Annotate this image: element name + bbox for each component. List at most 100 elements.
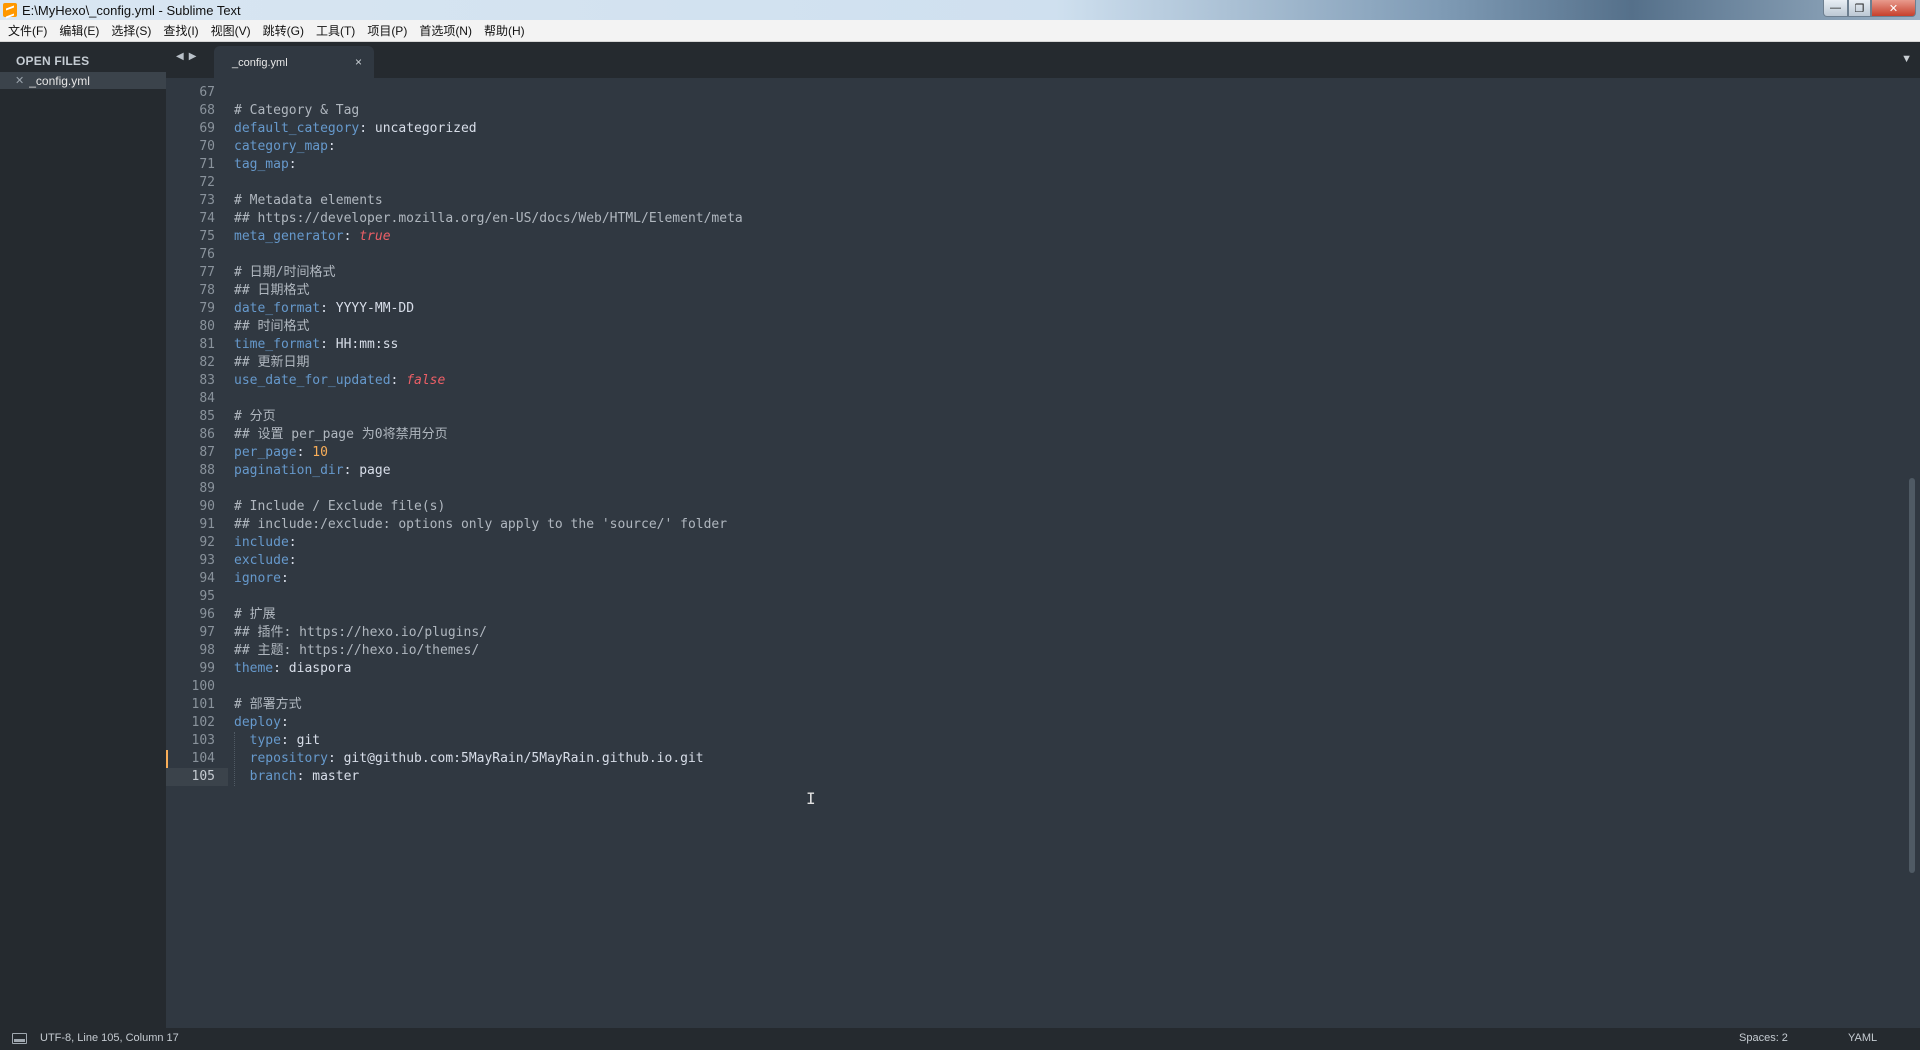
code-line[interactable]: per_page: 10 [234,444,328,462]
code-area[interactable]: # Category & Tag default_category: uncate… [234,78,1734,1028]
code-line[interactable]: meta_generator: true [234,228,391,246]
code-line[interactable]: default_category: uncategorized [234,120,477,138]
tab-list-dropdown-icon[interactable]: ▼ [1901,53,1912,65]
code-line[interactable]: theme: diaspora [234,660,351,678]
line-number: 73 [199,193,215,208]
text-cursor-icon: I [806,789,816,808]
code-token-comment: ## 主题: https://hexo.io/themes/ [234,643,480,658]
code-token-comment: # Metadata elements [234,193,383,208]
code-line[interactable]: # 扩展 [234,606,276,624]
code-editor[interactable]: 67 68 69 70 71 72 73 74 75 76 77 78 79 80 81 82 83 84 85 86… [166,78,1920,1028]
code-line[interactable]: tag_map: [234,156,297,174]
menu-tools[interactable]: 工具(T) [310,21,361,41]
line-number: 87 [199,445,215,460]
code-token-comment: ## 日期格式 [234,283,310,298]
menu-find[interactable]: 查找(I) [157,21,204,41]
menu-view[interactable]: 视图(V) [205,21,257,41]
code-line[interactable]: # Include / Exclude file(s) [234,498,445,516]
code-line[interactable]: branch: master [234,768,360,786]
code-token-punct: : [280,733,297,748]
code-token-num: 10 [312,445,328,460]
code-line[interactable]: # Metadata elements [234,192,383,210]
code-line[interactable]: ## https://developer.mozilla.org/en-US/d… [234,210,743,228]
close-button[interactable]: ✕ [1871,0,1916,17]
line-number: 71 [199,157,215,172]
code-token-key: pagination_dir [234,463,344,478]
tab-config-yml[interactable]: _config.yml × [214,46,374,78]
code-line[interactable]: ## 日期格式 [234,282,309,300]
code-line[interactable]: ## include:/exclude: options only apply … [234,516,727,534]
menu-file[interactable]: 文件(F) [2,21,53,41]
line-number: 99 [199,661,215,676]
code-token-punct: : [288,535,297,550]
line-number: 93 [199,553,215,568]
modified-line-marker [166,750,168,768]
menu-help[interactable]: 帮助(H) [478,21,531,41]
code-token-punct: : [343,229,360,244]
indentation-setting[interactable]: Spaces: 2 [1739,1032,1788,1044]
code-line[interactable]: ## 设置 per_page 为0将禁用分页 [234,426,448,444]
minimize-button[interactable]: — [1823,0,1848,17]
code-line[interactable]: # 日期/时间格式 [234,264,335,282]
menu-edit[interactable]: 编辑(E) [53,21,105,41]
maximize-button[interactable]: ❐ [1848,0,1871,17]
panel-toggle-icon[interactable] [12,1033,27,1044]
code-line[interactable]: # 部署方式 [234,696,302,714]
code-line[interactable]: ## 主题: https://hexo.io/themes/ [234,642,479,660]
line-number: 88 [199,463,215,478]
code-line[interactable]: ## 时间格式 [234,318,309,336]
open-files-header: OPEN FILES [16,54,90,68]
tab-close-icon[interactable]: × [355,55,362,69]
code-token-punct: : [280,715,289,730]
code-line[interactable]: ## 更新日期 [234,354,309,372]
code-line[interactable]: ignore: [234,570,289,588]
code-line[interactable]: time_format: HH:mm:ss [234,336,398,354]
code-token-key: use_date_for_updated [234,373,391,388]
code-line[interactable]: include: [234,534,297,552]
tab-strip: ◀ ▶ _config.yml × ▼ [166,42,1920,78]
line-number: 70 [199,139,215,154]
code-line[interactable]: deploy: [234,714,289,732]
code-line[interactable]: repository: git@github.com:5MayRain/5May… [234,750,704,768]
sidebar-file-label: _config.yml [29,73,90,88]
code-line[interactable]: # 分页 [234,408,276,426]
close-file-icon[interactable]: ✕ [15,74,24,87]
menu-preferences[interactable]: 首选项(N) [413,21,478,41]
code-line[interactable]: date_format: YYYY-MM-DD [234,300,414,318]
syntax-selector[interactable]: YAML [1848,1032,1877,1044]
nav-back-icon[interactable]: ◀ [176,51,184,62]
menu-goto[interactable]: 跳转(G) [257,21,310,41]
code-line[interactable]: use_date_for_updated: false [234,372,445,390]
window-controls: — ❐ ✕ [1823,0,1916,18]
code-token-punct: : [296,445,313,460]
nav-forward-icon[interactable]: ▶ [189,51,197,62]
line-number: 68 [199,103,215,118]
line-number: 96 [199,607,215,622]
code-line[interactable]: exclude: [234,552,297,570]
menu-project[interactable]: 项目(P) [361,21,413,41]
menu-bar: 文件(F) 编辑(E) 选择(S) 查找(I) 视图(V) 跳转(G) 工具(T… [0,20,1920,42]
code-line[interactable]: # Category & Tag [234,102,359,120]
line-number: 91 [199,517,215,532]
sublime-text-icon [3,3,17,17]
line-number: 98 [199,643,215,658]
code-token-value: master [312,769,360,784]
line-number: 81 [199,337,215,352]
status-bar: UTF-8, Line 105, Column 17 Spaces: 2 YAM… [0,1028,1920,1050]
line-number: 82 [199,355,215,370]
code-line[interactable]: type: git [234,732,320,750]
code-line[interactable]: category_map: [234,138,336,156]
sidebar-file-item[interactable]: ✕ _config.yml [0,72,166,89]
menu-selection[interactable]: 选择(S) [105,21,157,41]
code-token-comment: ## 时间格式 [234,319,310,334]
code-token-key: deploy [234,715,281,730]
line-number: 79 [199,301,215,316]
line-number: 105 [166,768,228,786]
code-line[interactable]: pagination_dir: page [234,462,391,480]
code-token-key: ignore [234,571,281,586]
tab-navigation: ◀ ▶ [176,51,196,62]
code-token-key: include [234,535,289,550]
code-line[interactable]: ## 插件: https://hexo.io/plugins/ [234,624,487,642]
vertical-scrollbar[interactable] [1909,478,1915,873]
code-token-comment: ## https://developer.mozilla.org/en-US/d… [234,211,743,226]
